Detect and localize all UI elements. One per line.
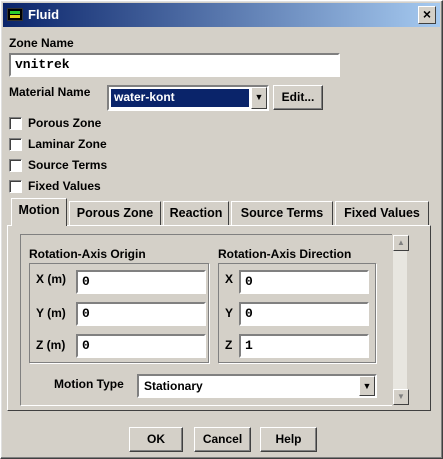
motion-type-value: Stationary	[144, 379, 203, 393]
help-button[interactable]: Help	[260, 427, 317, 452]
checkbox-box[interactable]	[9, 137, 22, 151]
rotation-axis-direction-group: X 0 Y 0 Z 1	[218, 263, 376, 363]
material-name-value: water-kont	[111, 89, 249, 107]
tab-porous-zone[interactable]: Porous Zone	[69, 201, 161, 225]
direction-x-input[interactable]: 0	[239, 270, 369, 294]
fluent-window-icon	[7, 8, 23, 21]
origin-x-input[interactable]: 0	[76, 270, 206, 294]
direction-y-input[interactable]: 0	[239, 302, 369, 326]
motion-panel: Rotation-Axis Origin X (m) 0 Y (m) 0 Z (…	[20, 234, 400, 406]
source-terms-checkbox[interactable]: Source Terms	[9, 158, 107, 172]
tab-motion[interactable]: Motion	[11, 198, 67, 226]
rotation-axis-origin-title: Rotation-Axis Origin	[29, 247, 146, 261]
rotation-axis-origin-group: X (m) 0 Y (m) 0 Z (m) 0	[29, 263, 209, 363]
rotation-axis-direction-title: Rotation-Axis Direction	[218, 247, 352, 261]
motion-type-label: Motion Type	[54, 377, 124, 391]
tab-reaction[interactable]: Reaction	[163, 201, 229, 225]
fluid-dialog: Fluid × Zone Name vnitrek Material Name …	[0, 0, 443, 459]
checkbox-box[interactable]	[9, 158, 22, 172]
direction-x-label: X	[225, 272, 234, 286]
laminar-zone-checkbox[interactable]: Laminar Zone	[9, 137, 107, 151]
motion-panel-scrollbar[interactable]: ▲ ▼	[392, 234, 409, 406]
edit-material-button[interactable]: Edit...	[273, 85, 323, 110]
cancel-button[interactable]: Cancel	[194, 427, 251, 452]
close-button[interactable]: ×	[418, 6, 436, 24]
motion-type-select[interactable]: Stationary ▼	[137, 374, 377, 398]
fixed-values-checkbox[interactable]: Fixed Values	[9, 179, 101, 193]
direction-z-input[interactable]: 1	[239, 334, 369, 358]
origin-z-label: Z (m)	[36, 338, 66, 352]
checkbox-box[interactable]	[9, 179, 22, 193]
tab-fixed-values[interactable]: Fixed Values	[335, 201, 429, 225]
tab-source-terms[interactable]: Source Terms	[231, 201, 333, 225]
zone-name-input[interactable]: vnitrek	[9, 53, 340, 77]
scroll-down-icon[interactable]: ▼	[393, 389, 409, 405]
window-title: Fluid	[28, 7, 60, 22]
material-name-label: Material Name	[9, 85, 91, 99]
motion-tab-panel: Rotation-Axis Origin X (m) 0 Y (m) 0 Z (…	[7, 225, 431, 411]
origin-x-label: X (m)	[36, 272, 66, 286]
chevron-down-icon[interactable]: ▼	[251, 87, 267, 109]
origin-y-input[interactable]: 0	[76, 302, 206, 326]
chevron-down-icon[interactable]: ▼	[359, 376, 375, 396]
porous-zone-checkbox[interactable]: Porous Zone	[9, 116, 101, 130]
origin-y-label: Y (m)	[36, 306, 66, 320]
scroll-up-icon[interactable]: ▲	[393, 235, 409, 251]
direction-y-label: Y	[225, 306, 234, 320]
zone-name-label: Zone Name	[9, 36, 74, 50]
origin-z-input[interactable]: 0	[76, 334, 206, 358]
checkbox-box[interactable]	[9, 116, 22, 130]
material-name-select[interactable]: water-kont ▼	[107, 85, 269, 111]
title-bar[interactable]: Fluid ×	[3, 3, 440, 27]
direction-z-label: Z	[225, 338, 233, 352]
ok-button[interactable]: OK	[129, 427, 183, 452]
